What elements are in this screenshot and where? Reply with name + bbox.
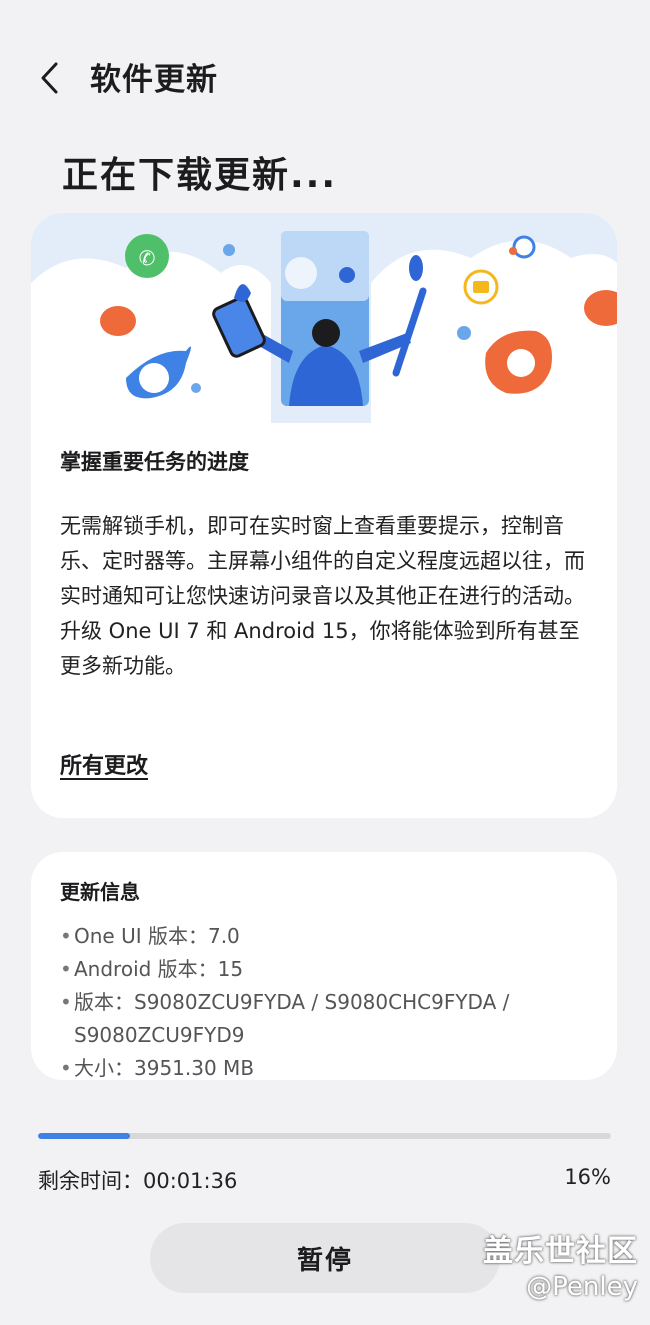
back-button[interactable] [28,56,72,100]
download-progress-bar [38,1133,611,1139]
info-item-size: 大小：3951.30 MB [60,1052,600,1080]
hero-illustration: ✆ [31,213,617,423]
progress-percent: 16% [564,1165,611,1189]
watermark-title: 盖乐世社区 [483,1234,638,1269]
remaining-time: 剩余时间：00:01:36 [38,1169,238,1193]
pause-button[interactable]: 暂停 [150,1223,500,1293]
info-item-android-version: Android 版本：15 [60,953,600,986]
watermark: 盖乐世社区 @Penley [483,1226,638,1302]
feature-title: 掌握重要任务的进度 [60,450,249,474]
chevron-left-icon [41,62,58,94]
update-info-list: One UI 版本：7.0 Android 版本：15 版本：S9080ZCU9… [60,920,600,1080]
watermark-author: @Penley [526,1272,638,1302]
svg-text:✆: ✆ [139,246,156,270]
feature-description: 无需解锁手机，即可在实时窗上查看重要提示，控制音乐、定时器等。主屏幕小组件的自定… [60,514,585,678]
all-changes-link[interactable]: 所有更改 [60,748,148,780]
update-info-title: 更新信息 [60,880,140,904]
info-item-build-version: 版本：S9080ZCU9FYDA / S9080CHC9FYDA / S9080… [60,986,600,1052]
feature-card: ✆ 掌握重要任务的进度 无需解锁手机，即可在实时窗上查看重要提示，控制音乐、定时… [31,213,617,818]
update-info-card: 更新信息 One UI 版本：7.0 Android 版本：15 版本：S908… [31,852,617,1080]
header-title: 软件更新 [90,62,218,98]
download-progress-fill [38,1133,130,1139]
app-header: 软件更新 [0,40,650,118]
page-title: 正在下载更新... [62,155,338,196]
info-item-oneui-version: One UI 版本：7.0 [60,920,600,953]
